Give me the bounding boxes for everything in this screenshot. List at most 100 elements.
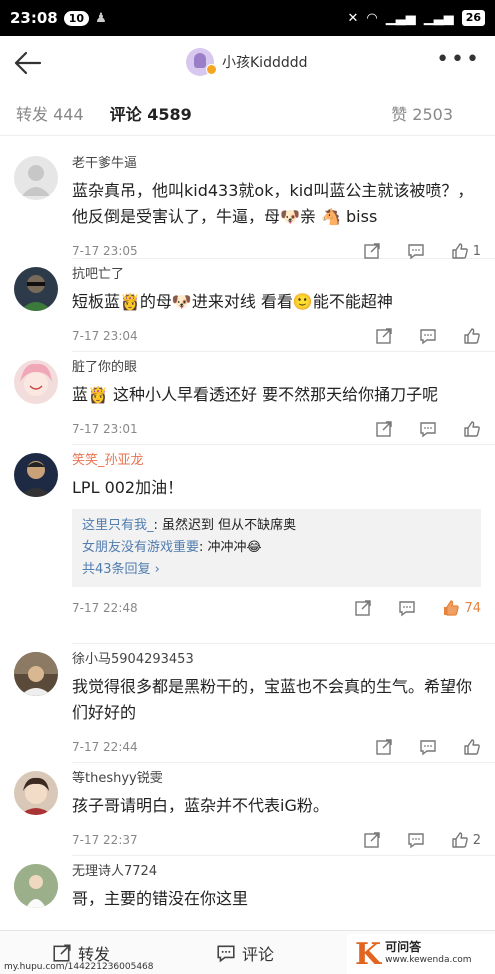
like-button[interactable]: 2 (451, 831, 481, 849)
comment-button[interactable] (398, 599, 416, 617)
reply-text: : 冲冲冲😂 (199, 540, 262, 555)
tab-repost[interactable]: 转发 444 (16, 101, 84, 125)
comment-author[interactable]: 徐小马5904293453 (72, 644, 481, 670)
comment-item: 笑笑_孙亚龙 LPL 002加油！ 这里只有我_: 虽然迟到 但从不缺席奥 女朋… (0, 445, 495, 643)
brand-logo: K (355, 936, 382, 972)
comment-time: 7-17 22:48 (72, 601, 138, 615)
source-watermark: my.hupu.com/144221236005468 (4, 962, 154, 972)
bottom-action-bar: 转发 评论 my.hupu.com/144221236005468 K 可问答 … (0, 930, 495, 974)
comment-author[interactable]: 等theshyy锐雯 (72, 763, 481, 789)
repost-icon (355, 600, 372, 616)
thumbs-up-icon (464, 739, 480, 755)
comment-button[interactable] (407, 831, 425, 849)
comment-author[interactable]: 笑笑_孙亚龙 (72, 445, 481, 471)
status-bar: 23:08 10 ♟ ✕ ◠ ▁▃▅ ▁▃▅ 26 (0, 0, 495, 36)
comment-text: 孩子哥请明白，蓝杂并不代表iG粉。 (72, 796, 329, 815)
repost-icon (53, 944, 71, 962)
thumbs-up-icon (464, 328, 480, 344)
avatar[interactable] (14, 864, 58, 908)
like-button[interactable]: 1 (451, 242, 481, 260)
nav-header: 小孩Kiddddd ••• (0, 36, 495, 90)
like-button[interactable] (463, 420, 481, 438)
repost-button[interactable] (375, 420, 393, 438)
comment-icon (420, 422, 436, 438)
comment-text: 蓝👸 这种小人早看透还好 要不然那天给你捅刀子呢 (72, 385, 439, 404)
avatar[interactable] (14, 652, 58, 696)
comment-time: 7-17 22:37 (72, 833, 138, 847)
status-time: 23:08 (10, 9, 58, 27)
comment-item: 等theshyy锐雯 孩子哥请明白，蓝杂并不代表iG粉。 7-17 22:37 … (0, 763, 495, 855)
comment-list: 老干爹牛逼 蓝杂真吊，他叫kid433就ok，kid叫蓝公主就该被喷？，他反倒是… (0, 148, 495, 926)
comment-item: 抗吧亡了 短板蓝👸的母🐶进来对线 看看🙂能不能超神 7-17 23:04 (0, 259, 495, 351)
repost-button[interactable] (354, 599, 372, 617)
thumbs-up-icon (444, 600, 460, 616)
header-user[interactable]: 小孩Kiddddd (186, 48, 308, 76)
avatar[interactable] (14, 360, 58, 404)
comment-icon (399, 601, 416, 617)
repost-icon (364, 243, 380, 259)
reply-author[interactable]: 这里只有我_ (82, 518, 154, 533)
comment-author[interactable]: 脏了你的眼 (72, 352, 481, 378)
like-button[interactable] (463, 738, 481, 756)
bottom-comment-label: 评论 (242, 945, 275, 964)
comment-author[interactable]: 无理诗人7724 (72, 856, 481, 882)
mute-icon: ✕ (347, 10, 359, 26)
repost-button[interactable] (375, 738, 393, 756)
repost-button[interactable] (375, 327, 393, 345)
repost-button[interactable] (363, 831, 381, 849)
wifi-icon: ◠ (366, 10, 378, 26)
comment-text: 短板蓝👸的母🐶进来对线 看看🙂能不能超神 (72, 292, 393, 311)
reply-box[interactable]: 这里只有我_: 虽然迟到 但从不缺席奥 女朋友没有游戏重要: 冲冲冲😂 共43条… (72, 509, 481, 587)
user-status-icon: ♟ (95, 10, 107, 26)
comment-time: 7-17 22:44 (72, 740, 138, 754)
comment-author[interactable]: 抗吧亡了 (72, 259, 481, 285)
notification-badge: 10 (63, 10, 90, 26)
comment-time: 7-17 23:04 (72, 329, 138, 343)
back-arrow-icon[interactable] (12, 49, 42, 77)
tab-comments[interactable]: 评论 4589 (110, 101, 192, 125)
like-button[interactable] (463, 327, 481, 345)
comment-item: 徐小马5904293453 我觉得很多都是黑粉干的，宝蓝也不会真的生气。希望你们… (0, 644, 495, 762)
thumbs-up-icon (452, 832, 468, 848)
comment-author[interactable]: 老干爹牛逼 (72, 148, 481, 174)
comment-text: 哥，主要的错没在你这里 (72, 889, 249, 908)
comment-time: 7-17 23:01 (72, 422, 138, 436)
like-count: 1 (472, 243, 481, 259)
bottom-comment-button[interactable]: 评论 (216, 941, 274, 965)
signal-icon: ▁▃▅ (385, 10, 416, 26)
verified-badge-icon (206, 64, 217, 75)
repost-icon (364, 832, 380, 848)
brand-url: www.kewenda.com (385, 955, 472, 965)
comment-item: 老干爹牛逼 蓝杂真吊，他叫kid433就ok，kid叫蓝公主就该被喷？，他反倒是… (0, 148, 495, 260)
comment-time: 7-17 23:05 (72, 244, 138, 258)
like-count: 74 (464, 600, 481, 616)
tab-bar: 转发 444 评论 4589 赞 2503 (0, 90, 495, 136)
brand-watermark: K 可问答 www.kewenda.com (347, 934, 495, 974)
brand-name: 可问答 (385, 940, 422, 954)
header-title: 小孩Kiddddd (222, 55, 308, 71)
more-replies-link[interactable]: 共43条回复 › (82, 559, 471, 581)
more-icon[interactable]: ••• (436, 49, 481, 71)
avatar[interactable] (14, 453, 58, 497)
comment-button[interactable] (419, 420, 437, 438)
avatar[interactable] (14, 771, 58, 815)
comment-item: 脏了你的眼 蓝👸 这种小人早看透还好 要不然那天给你捅刀子呢 7-17 23:0… (0, 352, 495, 444)
like-count: 2 (472, 832, 481, 848)
comment-button[interactable] (419, 738, 437, 756)
thumbs-up-icon (452, 243, 468, 259)
comment-text: LPL 002加油！ (72, 478, 184, 497)
battery-icon: 26 (461, 10, 485, 26)
avatar[interactable] (14, 267, 58, 311)
comment-icon (420, 740, 436, 756)
repost-button[interactable] (363, 242, 381, 260)
tab-likes[interactable]: 赞 2503 (391, 101, 453, 125)
reply-author[interactable]: 女朋友没有游戏重要 (82, 540, 199, 555)
comment-button[interactable] (419, 327, 437, 345)
avatar[interactable] (14, 156, 58, 200)
like-button[interactable]: 74 (442, 599, 481, 617)
comment-icon (420, 329, 436, 345)
comment-text: 蓝杂真吊，他叫kid433就ok，kid叫蓝公主就该被喷？，他反倒是受害认了，牛… (72, 181, 474, 226)
comment-button[interactable] (407, 242, 425, 260)
reply-item: 女朋友没有游戏重要: 冲冲冲😂 (82, 537, 471, 559)
comment-text: 我觉得很多都是黑粉干的，宝蓝也不会真的生气。希望你们好好的 (72, 677, 473, 722)
